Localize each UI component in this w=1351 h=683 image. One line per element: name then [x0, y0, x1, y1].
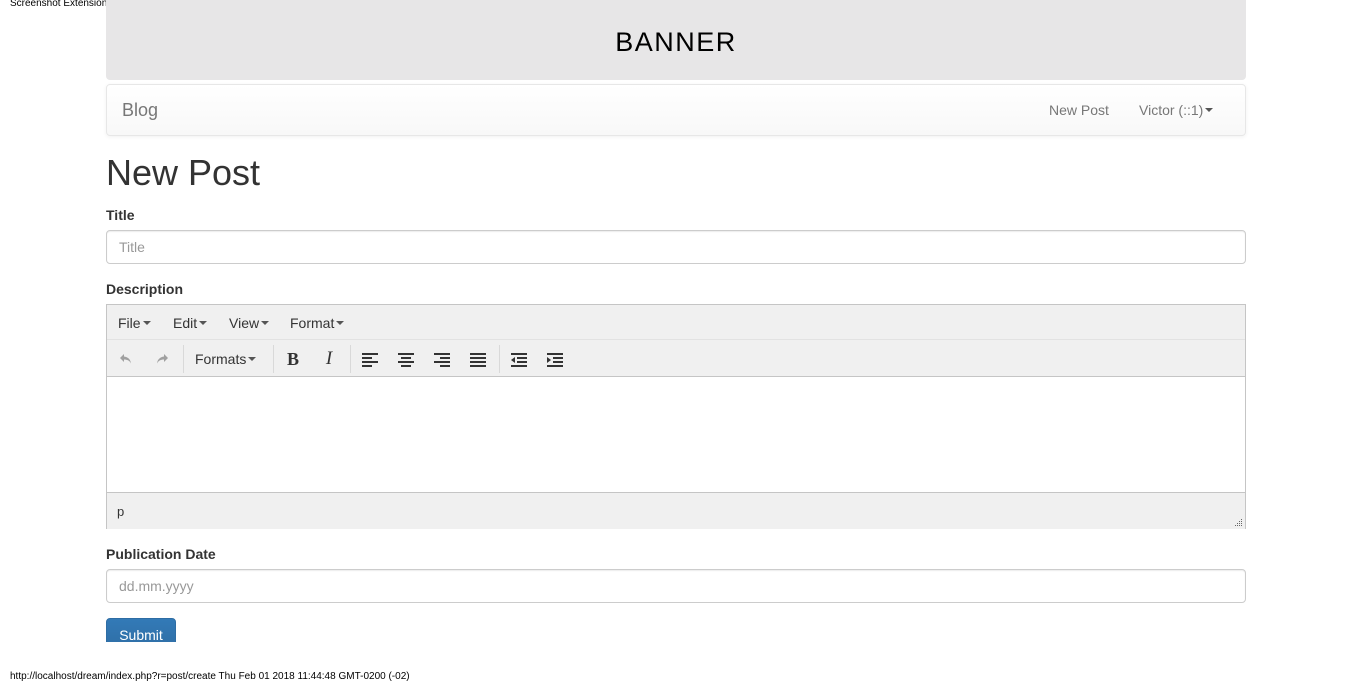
undo-icon[interactable]: [113, 347, 139, 371]
menu-edit[interactable]: Edit: [173, 315, 208, 331]
user-name: Victor (::1): [1139, 102, 1204, 118]
banner: BANNER: [106, 0, 1246, 80]
publication-date-input[interactable]: dd.mm.yyyy: [106, 569, 1246, 603]
align-left-icon[interactable]: [357, 347, 383, 371]
nav-new-post-link[interactable]: New Post: [1049, 102, 1109, 118]
caret-down-icon: [199, 321, 208, 326]
caret-down-icon: [1205, 108, 1214, 113]
italic-icon[interactable]: I: [316, 347, 342, 371]
caret-down-icon: [142, 321, 151, 326]
toolbar-separator: [499, 345, 500, 373]
redo-icon[interactable]: [149, 347, 175, 371]
extension-label: Screenshot Extension: [10, 0, 108, 9]
user-dropdown[interactable]: Victor (::1): [1139, 102, 1214, 118]
page-title: New Post: [106, 152, 261, 193]
brand-link[interactable]: Blog: [122, 100, 158, 121]
element-path[interactable]: p: [117, 504, 124, 519]
align-center-icon[interactable]: [393, 347, 419, 371]
editor-menubar: File Edit View Format: [107, 305, 1245, 340]
editor-toolbar: Formats B I: [107, 340, 1245, 377]
toolbar-separator: [273, 345, 274, 373]
bold-icon[interactable]: B: [280, 347, 306, 371]
resize-handle-icon[interactable]: [1234, 518, 1243, 527]
editor-statusbar: p: [107, 492, 1245, 529]
formats-dropdown[interactable]: Formats: [195, 351, 257, 367]
title-input[interactable]: Title: [106, 230, 1246, 264]
banner-text: BANNER: [615, 26, 737, 57]
indent-icon[interactable]: [542, 347, 568, 371]
toolbar-separator: [183, 345, 184, 373]
footer-url-timestamp: http://localhost/dream/index.php?r=post/…: [10, 671, 410, 682]
title-placeholder: Title: [119, 239, 145, 255]
menu-view[interactable]: View: [229, 315, 270, 331]
title-label: Title: [106, 207, 135, 223]
caret-down-icon: [336, 321, 345, 326]
caret-down-icon: [261, 321, 270, 326]
editor-content-area[interactable]: [107, 377, 1245, 491]
toolbar-separator: [350, 345, 351, 373]
description-label: Description: [106, 281, 184, 297]
publication-date-placeholder: dd.mm.yyyy: [119, 578, 194, 594]
publication-date-label: Publication Date: [106, 546, 216, 562]
menu-format[interactable]: Format: [290, 315, 345, 331]
menu-file[interactable]: File: [118, 315, 151, 331]
rich-text-editor: File Edit View Format Formats B I p: [106, 304, 1246, 529]
align-right-icon[interactable]: [429, 347, 455, 371]
navbar: Blog New Post Victor (::1): [106, 84, 1246, 136]
caret-down-icon: [248, 357, 257, 362]
justify-icon[interactable]: [465, 347, 491, 371]
outdent-icon[interactable]: [506, 347, 532, 371]
